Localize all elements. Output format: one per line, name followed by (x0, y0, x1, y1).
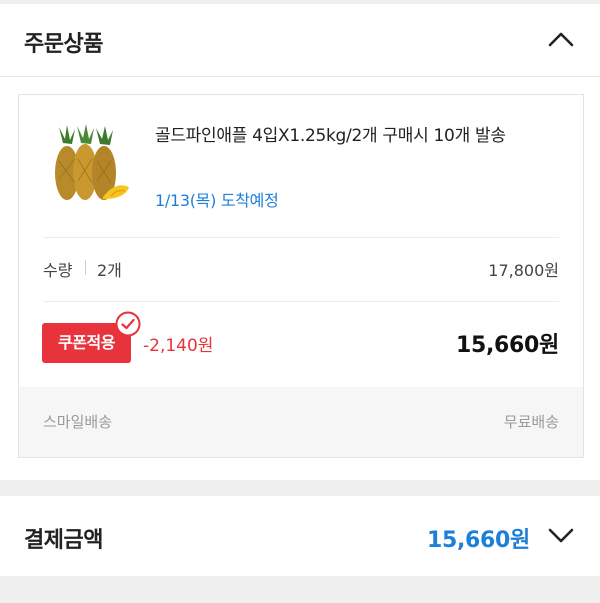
bottom-band (0, 576, 600, 603)
chevron-up-icon[interactable] (548, 31, 574, 47)
chevron-down-icon[interactable] (548, 528, 574, 544)
order-item-card: 골드파인애플 4입X1.25kg/2개 구매시 10개 발송 1/13(목) 도… (18, 94, 584, 458)
discount-amount: -2,140원 (143, 336, 214, 356)
delivery-date: 1/13(목) 도착예정 (155, 191, 279, 210)
divider (43, 301, 559, 302)
quantity-value: 2개 (97, 261, 122, 280)
payment-amount: 15,660원 (426, 528, 530, 553)
payment-summary-row[interactable]: 결제금액 15,660원 (0, 496, 600, 576)
pineapple-product-image[interactable] (45, 123, 131, 203)
shipping-fee: 무료배송 (503, 413, 559, 431)
shipping-footer: 스마일배송 무료배송 (19, 387, 583, 457)
quantity-label: 수량 (43, 261, 73, 280)
divider (43, 237, 559, 238)
order-section-title: 주문상품 (24, 32, 103, 57)
check-circle-icon (115, 311, 141, 337)
final-price: 15,660원 (455, 333, 559, 358)
quantity-row: 수량 2개 17,800원 (43, 255, 559, 281)
shipping-type: 스마일배송 (43, 413, 113, 431)
section-gap (0, 480, 600, 496)
quantity-separator (85, 260, 86, 275)
payment-title: 결제금액 (24, 528, 103, 553)
list-price: 17,800원 (488, 261, 559, 280)
product-name[interactable]: 골드파인애플 4입X1.25kg/2개 구매시 10개 발송 (155, 121, 565, 151)
order-section-header[interactable]: 주문상품 (0, 4, 600, 77)
